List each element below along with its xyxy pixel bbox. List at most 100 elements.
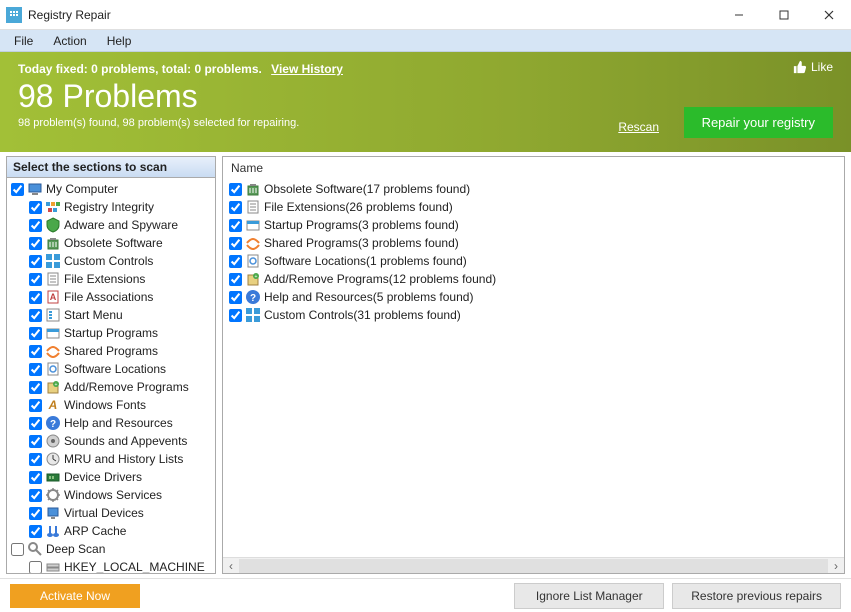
status-text: Today fixed: 0 problems, total: 0 proble… bbox=[18, 62, 262, 76]
result-checkbox[interactable] bbox=[229, 219, 242, 232]
startmenu-icon bbox=[45, 307, 61, 323]
tree-label: HKEY_LOCAL_MACHINE bbox=[64, 560, 205, 573]
result-row[interactable]: Custom Controls(31 problems found) bbox=[223, 306, 844, 324]
help-icon: ? bbox=[245, 289, 261, 305]
tree-checkbox[interactable] bbox=[29, 453, 42, 466]
tree-item[interactable]: My Computer bbox=[7, 180, 215, 198]
tree-item[interactable]: HKEY_LOCAL_MACHINE bbox=[7, 558, 215, 573]
scroll-right-icon[interactable]: › bbox=[828, 559, 844, 573]
tree-label: Deep Scan bbox=[46, 542, 105, 556]
svg-text:?: ? bbox=[50, 419, 56, 430]
menu-help[interactable]: Help bbox=[97, 32, 142, 50]
tree-item[interactable]: Start Menu bbox=[7, 306, 215, 324]
minimize-button[interactable] bbox=[716, 0, 761, 30]
tree-checkbox[interactable] bbox=[29, 219, 42, 232]
result-label: Help and Resources(5 problems found) bbox=[264, 290, 473, 304]
menu-file[interactable]: File bbox=[4, 32, 43, 50]
tree-checkbox[interactable] bbox=[29, 399, 42, 412]
rescan-link[interactable]: Rescan bbox=[618, 120, 659, 134]
tree-checkbox[interactable] bbox=[29, 237, 42, 250]
result-checkbox[interactable] bbox=[229, 255, 242, 268]
result-row[interactable]: Obsolete Software(17 problems found) bbox=[223, 180, 844, 198]
help-icon: ? bbox=[45, 415, 61, 431]
tree-item[interactable]: AFile Associations bbox=[7, 288, 215, 306]
startup-icon bbox=[245, 217, 261, 233]
tree-item[interactable]: AWindows Fonts bbox=[7, 396, 215, 414]
svg-text:A: A bbox=[50, 292, 57, 302]
result-checkbox[interactable] bbox=[229, 237, 242, 250]
addremove-icon: + bbox=[45, 379, 61, 395]
result-row[interactable]: +Add/Remove Programs(12 problems found) bbox=[223, 270, 844, 288]
tree-item[interactable]: Windows Services bbox=[7, 486, 215, 504]
tree-item[interactable]: Obsolete Software bbox=[7, 234, 215, 252]
results-column-header[interactable]: Name bbox=[223, 157, 844, 180]
tree-checkbox[interactable] bbox=[29, 291, 42, 304]
result-checkbox[interactable] bbox=[229, 273, 242, 286]
result-label: Shared Programs(3 problems found) bbox=[264, 236, 459, 250]
tree-label: Windows Fonts bbox=[64, 398, 146, 412]
result-checkbox[interactable] bbox=[229, 291, 242, 304]
result-row[interactable]: ?Help and Resources(5 problems found) bbox=[223, 288, 844, 306]
ignore-list-button[interactable]: Ignore List Manager bbox=[514, 583, 664, 609]
tree-checkbox[interactable] bbox=[29, 363, 42, 376]
restore-button[interactable]: Restore previous repairs bbox=[672, 583, 841, 609]
maximize-button[interactable] bbox=[761, 0, 806, 30]
tree-item[interactable]: ?Help and Resources bbox=[7, 414, 215, 432]
tree-item[interactable]: Software Locations bbox=[7, 360, 215, 378]
tree-item[interactable]: MRU and History Lists bbox=[7, 450, 215, 468]
tree-checkbox[interactable] bbox=[11, 183, 24, 196]
window-title: Registry Repair bbox=[28, 8, 716, 22]
tree-item[interactable]: Registry Integrity bbox=[7, 198, 215, 216]
tree-checkbox[interactable] bbox=[29, 417, 42, 430]
result-checkbox[interactable] bbox=[229, 201, 242, 214]
tree-checkbox[interactable] bbox=[29, 381, 42, 394]
result-row[interactable]: Shared Programs(3 problems found) bbox=[223, 234, 844, 252]
tree-checkbox[interactable] bbox=[29, 345, 42, 358]
fileext-icon bbox=[245, 199, 261, 215]
result-label: Add/Remove Programs(12 problems found) bbox=[264, 272, 496, 286]
result-row[interactable]: Software Locations(1 problems found) bbox=[223, 252, 844, 270]
tree-checkbox[interactable] bbox=[29, 435, 42, 448]
tree-item[interactable]: +Add/Remove Programs bbox=[7, 378, 215, 396]
like-button[interactable]: Like bbox=[793, 60, 833, 74]
result-checkbox[interactable] bbox=[229, 309, 242, 322]
activate-button[interactable]: Activate Now bbox=[10, 584, 140, 608]
close-button[interactable] bbox=[806, 0, 851, 30]
menu-action[interactable]: Action bbox=[43, 32, 96, 50]
result-label: Startup Programs(3 problems found) bbox=[264, 218, 459, 232]
result-label: Software Locations(1 problems found) bbox=[264, 254, 467, 268]
tree-item[interactable]: Custom Controls bbox=[7, 252, 215, 270]
tree-checkbox[interactable] bbox=[29, 255, 42, 268]
result-row[interactable]: Startup Programs(3 problems found) bbox=[223, 216, 844, 234]
result-row[interactable]: File Extensions(26 problems found) bbox=[223, 198, 844, 216]
tree-checkbox[interactable] bbox=[29, 327, 42, 340]
tree-checkbox[interactable] bbox=[29, 525, 42, 538]
tree-checkbox[interactable] bbox=[11, 543, 24, 556]
tree-item[interactable]: Deep Scan bbox=[7, 540, 215, 558]
tree-checkbox[interactable] bbox=[29, 273, 42, 286]
repair-button[interactable]: Repair your registry bbox=[684, 107, 833, 138]
tree-item[interactable]: Startup Programs bbox=[7, 324, 215, 342]
tree-item[interactable]: Adware and Spyware bbox=[7, 216, 215, 234]
tree-item[interactable]: File Extensions bbox=[7, 270, 215, 288]
result-checkbox[interactable] bbox=[229, 183, 242, 196]
tree-checkbox[interactable] bbox=[29, 561, 42, 574]
adware-icon bbox=[45, 217, 61, 233]
tree-item[interactable]: Virtual Devices bbox=[7, 504, 215, 522]
tree-checkbox[interactable] bbox=[29, 507, 42, 520]
tree-item[interactable]: Shared Programs bbox=[7, 342, 215, 360]
tree-label: MRU and History Lists bbox=[64, 452, 183, 466]
tree-item[interactable]: Sounds and Appevents bbox=[7, 432, 215, 450]
tree-checkbox[interactable] bbox=[29, 309, 42, 322]
tree-item[interactable]: Device Drivers bbox=[7, 468, 215, 486]
horizontal-scrollbar[interactable]: ‹ › bbox=[223, 557, 844, 573]
tree-checkbox[interactable] bbox=[29, 489, 42, 502]
scroll-left-icon[interactable]: ‹ bbox=[223, 559, 239, 573]
tree-checkbox[interactable] bbox=[29, 471, 42, 484]
footer-bar: Activate Now Ignore List Manager Restore… bbox=[0, 578, 851, 612]
view-history-link[interactable]: View History bbox=[271, 62, 343, 76]
sections-tree[interactable]: My ComputerRegistry IntegrityAdware and … bbox=[7, 178, 215, 573]
tree-checkbox[interactable] bbox=[29, 201, 42, 214]
tree-item[interactable]: ARP Cache bbox=[7, 522, 215, 540]
results-list[interactable]: Obsolete Software(17 problems found)File… bbox=[223, 180, 844, 557]
